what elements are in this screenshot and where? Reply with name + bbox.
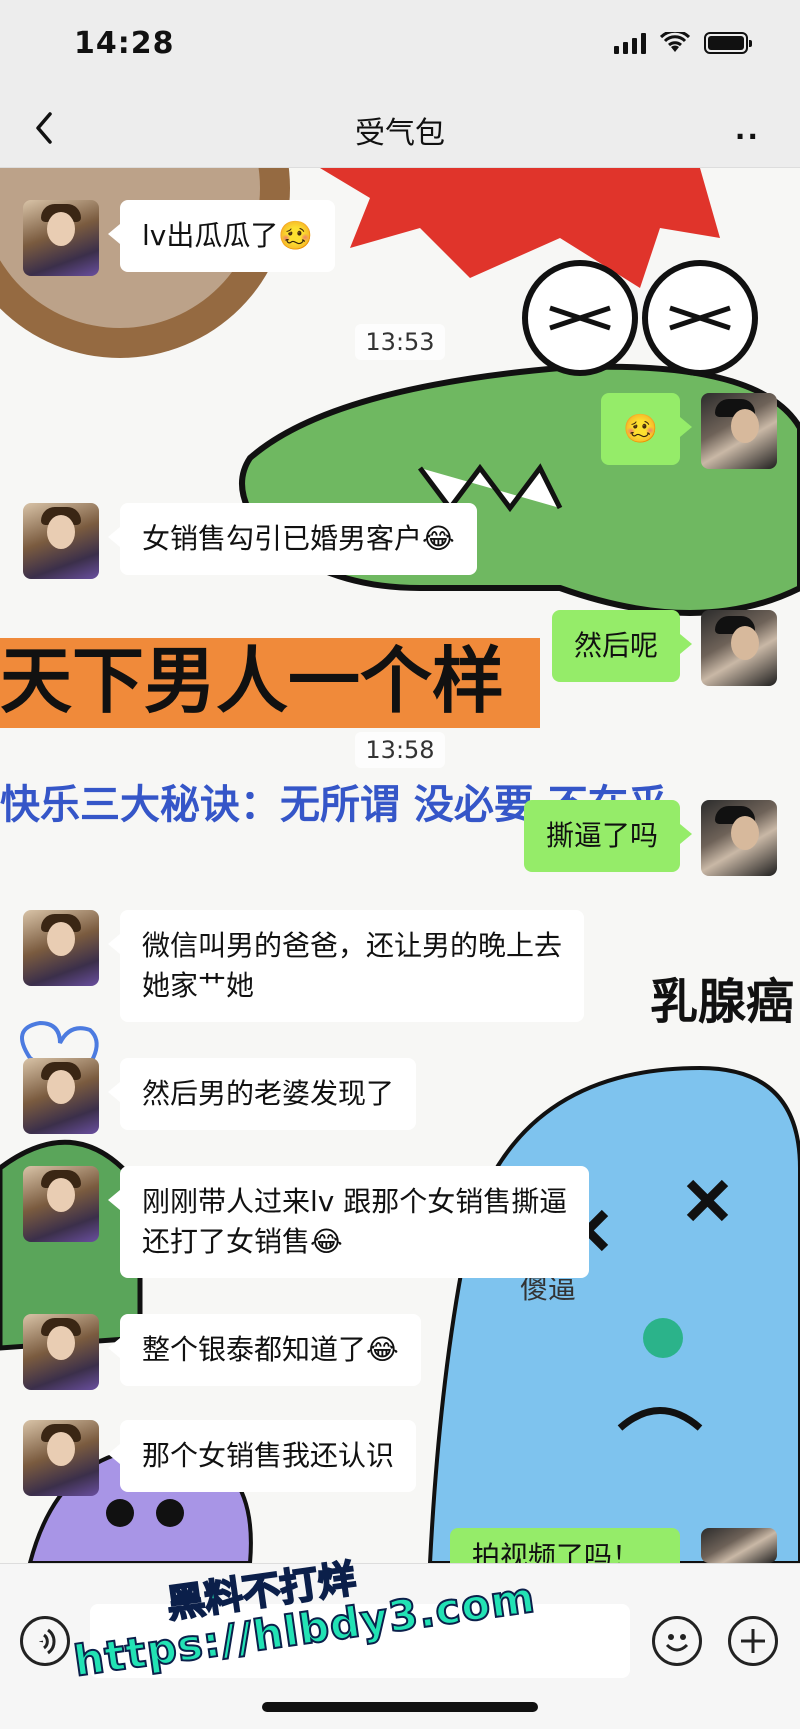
battery-icon	[704, 32, 752, 54]
avatar[interactable]	[701, 393, 777, 469]
avatar[interactable]	[701, 610, 777, 686]
message-bubble[interactable]: 那个女销售我还认识	[107, 1420, 417, 1492]
signal-icon	[614, 32, 646, 54]
avatar[interactable]	[23, 1058, 99, 1134]
voice-icon	[39, 1628, 56, 1655]
more-icon[interactable]: ··	[735, 120, 760, 153]
voice-input-button[interactable]	[20, 1616, 70, 1666]
avatar[interactable]	[23, 1420, 99, 1496]
status-bar: 14:28	[0, 0, 800, 90]
smiley-icon	[665, 1634, 689, 1652]
avatar[interactable]	[701, 1528, 777, 1563]
chat-title: 受气包	[355, 116, 445, 151]
message-bubble[interactable]: lv出瓜瓜了🥴	[107, 200, 336, 272]
avatar[interactable]	[23, 503, 99, 579]
timestamp: 13:58	[0, 732, 800, 768]
message-bubble[interactable]: 🥴	[601, 393, 692, 465]
sticker-text-1: 天下男人一个样	[0, 639, 504, 723]
avatar[interactable]	[23, 1314, 99, 1390]
sticker-text-3: 乳腺癌	[650, 974, 794, 1030]
timestamp: 13:53	[0, 324, 800, 360]
avatar[interactable]	[23, 910, 99, 986]
message-bubble[interactable]: 女销售勾引已婚男客户😂	[108, 503, 477, 575]
avatar[interactable]	[23, 200, 99, 276]
chat-area[interactable]: 天下男人一个样 快乐三大秘诀：无所谓 没必要 不在乎 乳腺癌 傻逼 lv出瓜瓜了…	[0, 168, 800, 1563]
status-time: 14:28	[74, 26, 175, 61]
message-bubble[interactable]: 微信叫男的爸爸，还让男的晚上去 她家艹她	[107, 910, 585, 1022]
message-bubble[interactable]: 刚刚带人过来lv 跟那个女销售撕逼 还打了女销售😂	[107, 1166, 590, 1278]
plus-icon	[741, 1629, 765, 1653]
home-indicator[interactable]	[262, 1702, 538, 1712]
avatar[interactable]	[23, 1166, 99, 1242]
message-bubble[interactable]: 整个银泰都知道了😂	[108, 1314, 421, 1386]
wifi-icon	[660, 32, 690, 52]
message-bubble[interactable]: 然后男的老婆发现了	[107, 1058, 417, 1130]
chat-header: 受气包 ··	[0, 90, 800, 354]
more-actions-button[interactable]	[728, 1616, 778, 1666]
avatar[interactable]	[701, 800, 777, 876]
message-bubble[interactable]: 然后呢	[551, 610, 693, 682]
emoji-button[interactable]	[652, 1616, 702, 1666]
message-bubble[interactable]: 撕逼了吗	[523, 800, 693, 872]
status-icons	[614, 32, 752, 54]
